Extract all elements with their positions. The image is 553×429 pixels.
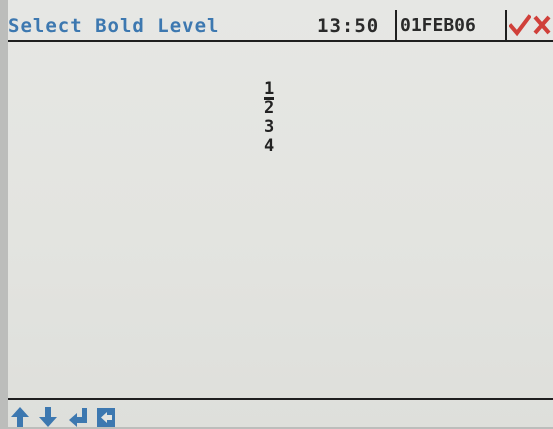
- header-bar: Select Bold Level 13:50 01FEB06: [8, 10, 553, 42]
- bold-level-list: 1 2 3 4: [264, 80, 275, 156]
- x-icon[interactable]: [532, 13, 552, 37]
- back-icon[interactable]: [96, 406, 116, 428]
- header-divider: [395, 10, 397, 40]
- down-arrow-icon[interactable]: [38, 406, 58, 428]
- page-title: Select Bold Level: [8, 15, 220, 37]
- enter-icon[interactable]: [68, 406, 88, 428]
- softkey-bar: [8, 398, 553, 429]
- lcd-screen: Select Bold Level 13:50 01FEB06 1 2 3 4: [8, 0, 553, 427]
- bold-level-option-4[interactable]: 4: [264, 137, 274, 156]
- bold-level-option-2[interactable]: 2: [264, 99, 274, 118]
- clock-time: 13:50: [317, 15, 380, 37]
- clock-date: 01FEB06: [400, 15, 476, 36]
- header-divider: [505, 10, 507, 40]
- up-arrow-icon[interactable]: [10, 406, 30, 428]
- bold-level-option-1[interactable]: 1: [264, 80, 275, 100]
- bold-level-option-3[interactable]: 3: [264, 118, 274, 137]
- checkmark-icon[interactable]: [509, 13, 531, 37]
